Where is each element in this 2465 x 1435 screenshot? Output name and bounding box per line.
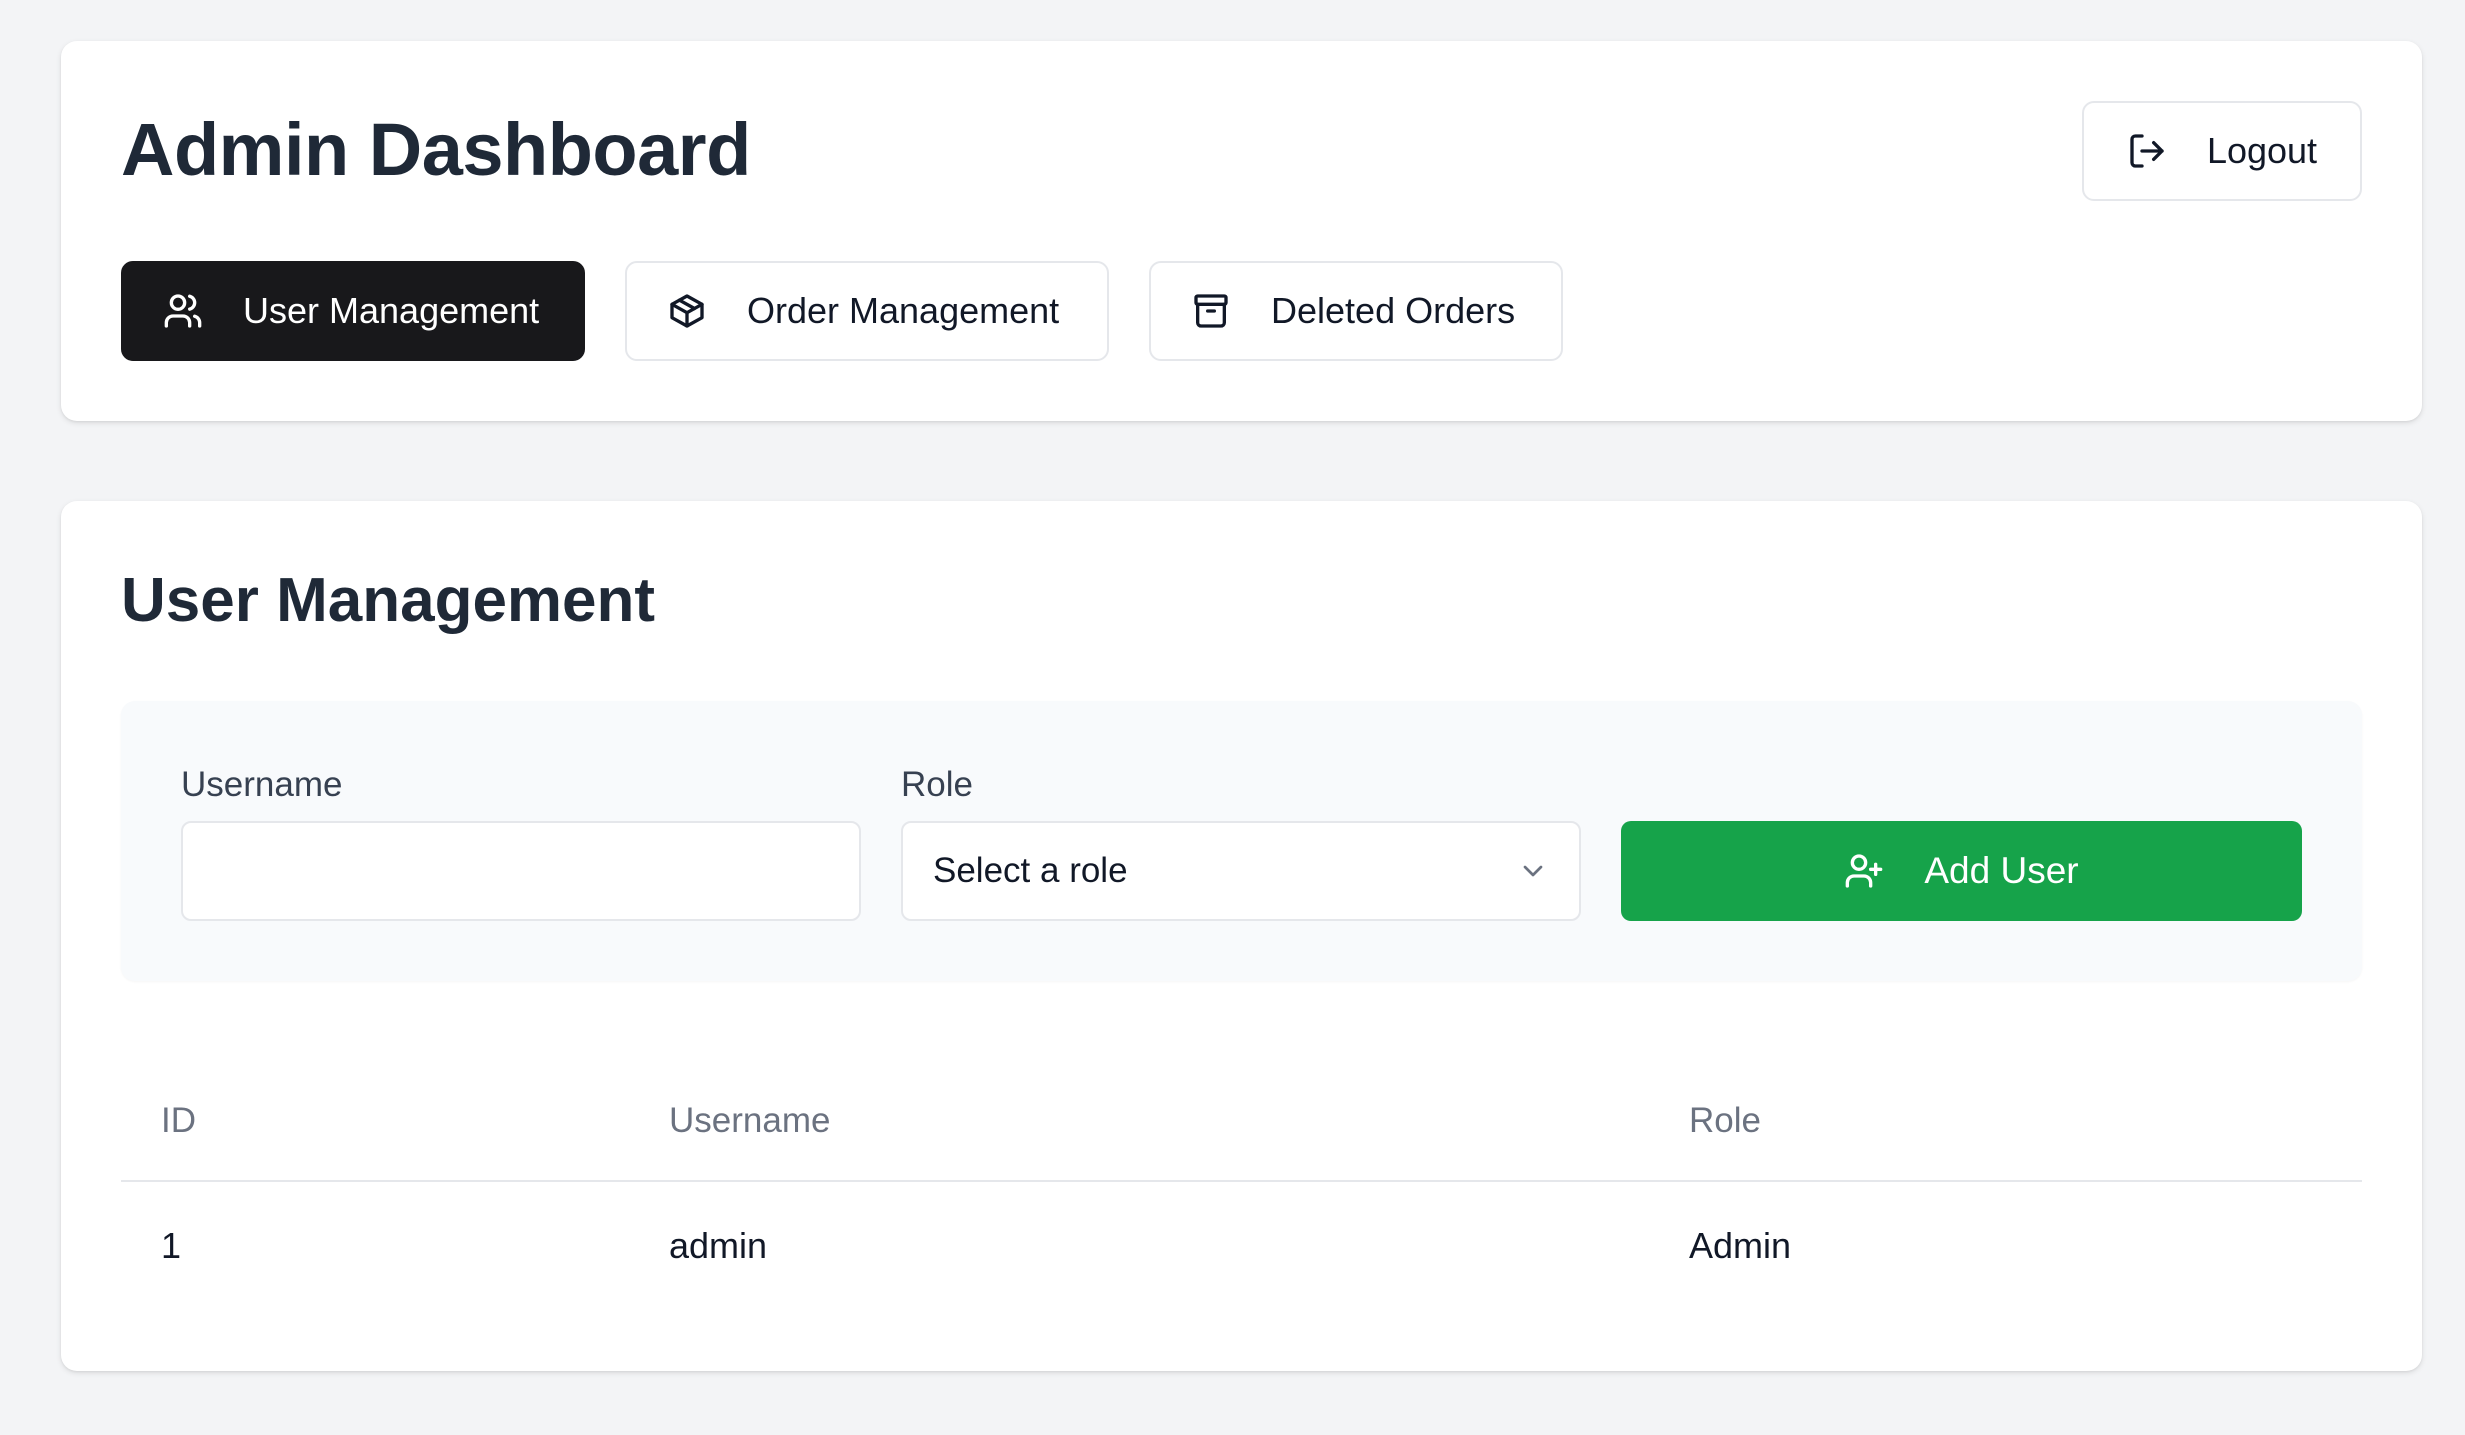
tab-deleted-orders[interactable]: Deleted Orders [1149,261,1563,361]
add-user-form: Username Role Select a role Add User [121,701,2362,981]
tab-label: Order Management [747,290,1060,331]
users-table: ID Username Role 1 admin Admin [121,1061,2362,1309]
column-header-username[interactable]: Username [629,1061,1649,1182]
tab-order-management[interactable]: Order Management [625,261,1109,361]
column-header-id[interactable]: ID [121,1061,629,1182]
page-title: Admin Dashboard [121,108,751,191]
username-input[interactable] [181,821,861,921]
role-select-value: Select a role [933,851,1128,890]
username-label: Username [181,765,343,804]
tab-bar: User Management Order Management Deleted… [121,261,1563,361]
add-user-button[interactable]: Add User [1621,821,2302,921]
column-header-role[interactable]: Role [1649,1061,2362,1182]
users-icon [163,291,203,331]
logout-icon [2127,131,2167,171]
section-title: User Management [121,566,656,635]
package-icon [667,291,707,331]
table-row[interactable]: 1 admin Admin [121,1181,2362,1309]
cell-id: 1 [161,1224,182,1266]
tab-label: User Management [243,290,540,331]
role-select[interactable]: Select a role [901,821,1581,921]
table-header-row: ID Username Role [121,1061,2362,1182]
user-plus-icon [1844,851,1884,891]
logout-button[interactable]: Logout [2082,101,2362,201]
chevron-down-icon [1517,855,1549,887]
add-user-label: Add User [1924,850,2079,891]
cell-username: admin [669,1224,768,1266]
dashboard-header-card: Admin Dashboard Logout User Management O… [61,41,2422,421]
logout-label: Logout [2206,130,2318,171]
user-management-card: User Management Username Role Select a r… [61,501,2422,1371]
role-label: Role [901,765,973,804]
archive-icon [1191,291,1231,331]
tab-user-management[interactable]: User Management [121,261,585,361]
tab-label: Deleted Orders [1271,290,1516,331]
cell-role: Admin [1689,1224,1792,1266]
